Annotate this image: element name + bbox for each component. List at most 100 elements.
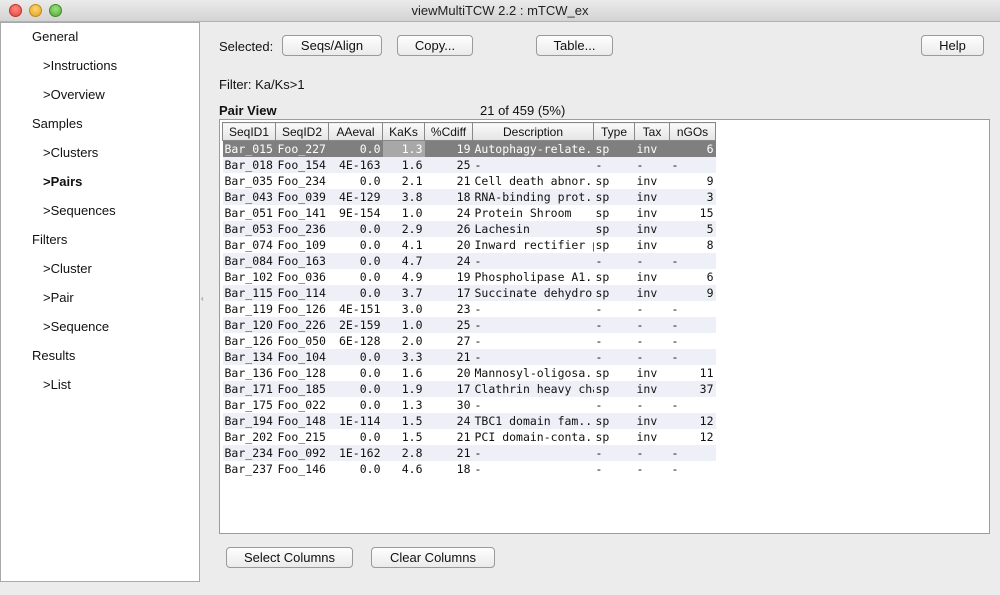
column-header-description[interactable]: Description bbox=[472, 122, 594, 141]
cell-cdiff: 20 bbox=[456, 237, 471, 252]
sidebar-item-sequences[interactable]: >Sequences bbox=[43, 203, 116, 218]
table-row[interactable]: Bar_015 Foo_227 0.0 1.3 19 Autophagy-relate..… bbox=[222, 140, 716, 157]
column-header-seqid1[interactable]: SeqID1 bbox=[222, 122, 276, 141]
table-button[interactable]: Table... bbox=[536, 35, 613, 56]
cell-seqid2: Foo_163 bbox=[275, 252, 329, 269]
table-row[interactable]: Bar_126 Foo_050 6E-128 2.0 27- - - - bbox=[223, 333, 716, 349]
cell-aaeval: 4E-151 bbox=[338, 301, 381, 316]
cell-type: - bbox=[595, 397, 603, 412]
zoom-window-button[interactable] bbox=[49, 4, 62, 17]
cell-tax: inv bbox=[636, 269, 658, 284]
cell-seqid1: Bar_043 bbox=[222, 188, 276, 205]
table-row[interactable]: Bar_234 Foo_092 1E-162 2.8 21- - - - bbox=[222, 444, 716, 461]
cell-ngos: 3 bbox=[669, 188, 716, 205]
help-button[interactable]: Help bbox=[921, 35, 984, 56]
cell-tax: - bbox=[636, 333, 644, 348]
sidebar-item-list[interactable]: >List bbox=[43, 377, 71, 392]
cell-ngos: - bbox=[671, 461, 679, 476]
column-header-type[interactable]: Type bbox=[593, 122, 635, 141]
table-row[interactable]: Bar_136 Foo_128 0.0 1.6 20 Mannosyl-oligosa..… bbox=[223, 365, 716, 381]
cell-description: - bbox=[474, 397, 482, 412]
table-row[interactable]: Bar_018 Foo_154 4E-163 1.6 25- - - - bbox=[222, 156, 716, 173]
table-row[interactable]: Bar_053 Foo_236 0.0 2.9 26 Lachesin sp inv 5 bbox=[222, 220, 716, 237]
cell-description: - bbox=[474, 301, 482, 316]
cell-description: Phospholipase A1... bbox=[474, 269, 594, 284]
cell-seqid2: Foo_234 bbox=[277, 173, 326, 188]
cell-seqid2: Foo_092 bbox=[275, 444, 329, 461]
table-row[interactable]: Bar_051 Foo_141 9E-154 1.0 24 Protein Shroom s… bbox=[223, 205, 716, 221]
cell-kaks: 2.8 bbox=[382, 444, 425, 461]
table-row[interactable]: Bar_202 Foo_215 0.0 1.5 21 PCI domain-conta..… bbox=[223, 429, 716, 445]
cell-kaks: 1.3 bbox=[382, 140, 425, 157]
column-header-tax[interactable]: Tax bbox=[634, 122, 670, 141]
table-row[interactable]: Bar_194 Foo_148 1E-114 1.5 24 TBC1 domain fam… bbox=[222, 412, 716, 429]
cell-aaeval: 0.0 bbox=[359, 269, 381, 284]
cell-aaeval: 1E-162 bbox=[328, 444, 383, 461]
sidebar-item-filter-sequence[interactable]: >Sequence bbox=[43, 319, 109, 334]
cell-kaks: 1.6 bbox=[382, 156, 425, 173]
seqs-align-button[interactable]: Seqs/Align bbox=[282, 35, 382, 56]
cell-description: Lachesin bbox=[472, 220, 594, 237]
cell-aaeval: 0.0 bbox=[328, 252, 383, 269]
column-header-aaeval[interactable]: AAeval bbox=[328, 122, 383, 141]
table-row[interactable]: Bar_102 Foo_036 0.0 4.9 19 Phospholipase A1..… bbox=[223, 269, 716, 285]
cell-description: Clathrin heavy cha... bbox=[472, 380, 594, 397]
cell-tax: inv bbox=[634, 380, 670, 397]
table-row[interactable]: Bar_171Foo_1850.01.917Clathrin heavy cha… bbox=[222, 380, 716, 397]
table-row[interactable]: Bar_237 Foo_146 0.0 4.6 18- - - - bbox=[223, 461, 716, 477]
sidebar-item-filters[interactable]: Filters bbox=[32, 232, 67, 247]
sidebar-item-instructions[interactable]: >Instructions bbox=[43, 58, 117, 73]
table-row[interactable]: Bar_120 Foo_226 2E-159 1.0 25- - - - bbox=[222, 316, 716, 333]
minimize-window-button[interactable] bbox=[29, 4, 42, 17]
table-row[interactable]: Bar_134 Foo_104 0.0 3.3 21- - - - bbox=[222, 348, 716, 365]
clear-columns-button[interactable]: Clear Columns bbox=[371, 547, 495, 568]
sidebar-item-general[interactable]: General bbox=[32, 29, 78, 44]
cell-ngos: - bbox=[669, 252, 716, 269]
cell-seqid2: Foo_185 bbox=[275, 380, 329, 397]
sidebar-item-overview[interactable]: >Overview bbox=[43, 87, 105, 102]
table-row[interactable]: Bar_074 Foo_109 0.0 4.1 20Inward rectifier p… bbox=[223, 237, 716, 253]
cell-aaeval: 0.0 bbox=[328, 284, 383, 301]
close-window-button[interactable] bbox=[9, 4, 22, 17]
sidebar-item-clusters[interactable]: >Clusters bbox=[43, 145, 98, 160]
table-row[interactable]: Bar_115Foo_1140.03.717Succinate dehydro.… bbox=[222, 284, 716, 301]
cell-cdiff: 19 bbox=[424, 140, 473, 157]
column-header-seqid2[interactable]: SeqID2 bbox=[275, 122, 329, 141]
cell-aaeval: 0.0 bbox=[328, 220, 383, 237]
cell-seqid2: Foo_126 bbox=[277, 301, 326, 316]
cell-seqid1: Bar_175 bbox=[224, 397, 273, 412]
cell-seqid2: Foo_226 bbox=[275, 316, 329, 333]
column-header-kaks[interactable]: KaKs bbox=[382, 122, 425, 141]
sidebar-item-pairs[interactable]: >Pairs bbox=[43, 174, 82, 189]
cell-seqid2: Foo_036 bbox=[277, 269, 326, 284]
cell-kaks: 1.0 bbox=[382, 316, 425, 333]
table-row[interactable]: Bar_043 Foo_039 4E-129 3.8 18 RNA-binding pro… bbox=[222, 188, 716, 205]
column-header-cdiff[interactable]: %Cdiff bbox=[424, 122, 473, 141]
select-columns-button[interactable]: Select Columns bbox=[226, 547, 353, 568]
table-row[interactable]: Bar_119 Foo_126 4E-151 3.0 23- - - - bbox=[223, 301, 716, 317]
split-pane-divider[interactable]: ‹ bbox=[200, 22, 209, 582]
cell-seqid2: Foo_141 bbox=[277, 205, 326, 220]
cell-description: - bbox=[472, 348, 594, 365]
sidebar-item-results[interactable]: Results bbox=[32, 348, 75, 363]
cell-seqid1: Bar_102 bbox=[224, 269, 273, 284]
cell-cdiff: 17 bbox=[424, 284, 473, 301]
column-header-ngos[interactable]: nGOs bbox=[669, 122, 716, 141]
cell-tax: inv bbox=[634, 188, 670, 205]
copy-button[interactable]: Copy... bbox=[397, 35, 473, 56]
cell-kaks: 4.7 bbox=[382, 252, 425, 269]
sidebar-item-filter-cluster[interactable]: >Cluster bbox=[43, 261, 92, 276]
window-title: viewMultiTCW 2.2 : mTCW_ex bbox=[411, 3, 589, 18]
title-bar: viewMultiTCW 2.2 : mTCW_ex bbox=[0, 0, 1000, 22]
cell-tax: - bbox=[636, 301, 644, 316]
table-row[interactable]: Bar_084 Foo_163 0.0 4.7 24- - - - bbox=[222, 252, 716, 269]
table-row[interactable]: Bar_035 Foo_234 0.0 2.1 21 Cell death abnor..… bbox=[223, 173, 716, 189]
table-row[interactable]: Bar_175 Foo_022 0.0 1.3 30- - - - bbox=[223, 397, 716, 413]
cell-aaeval: 4E-163 bbox=[328, 156, 383, 173]
sidebar-item-filter-pair[interactable]: >Pair bbox=[43, 290, 74, 305]
cell-cdiff: 23 bbox=[456, 301, 471, 316]
sidebar-item-samples[interactable]: Samples bbox=[32, 116, 83, 131]
table-body: Bar_015 Foo_227 0.0 1.3 19 Autophagy-relate..… bbox=[222, 140, 716, 477]
cell-tax: - bbox=[634, 156, 670, 173]
selected-label: Selected: bbox=[219, 39, 274, 54]
